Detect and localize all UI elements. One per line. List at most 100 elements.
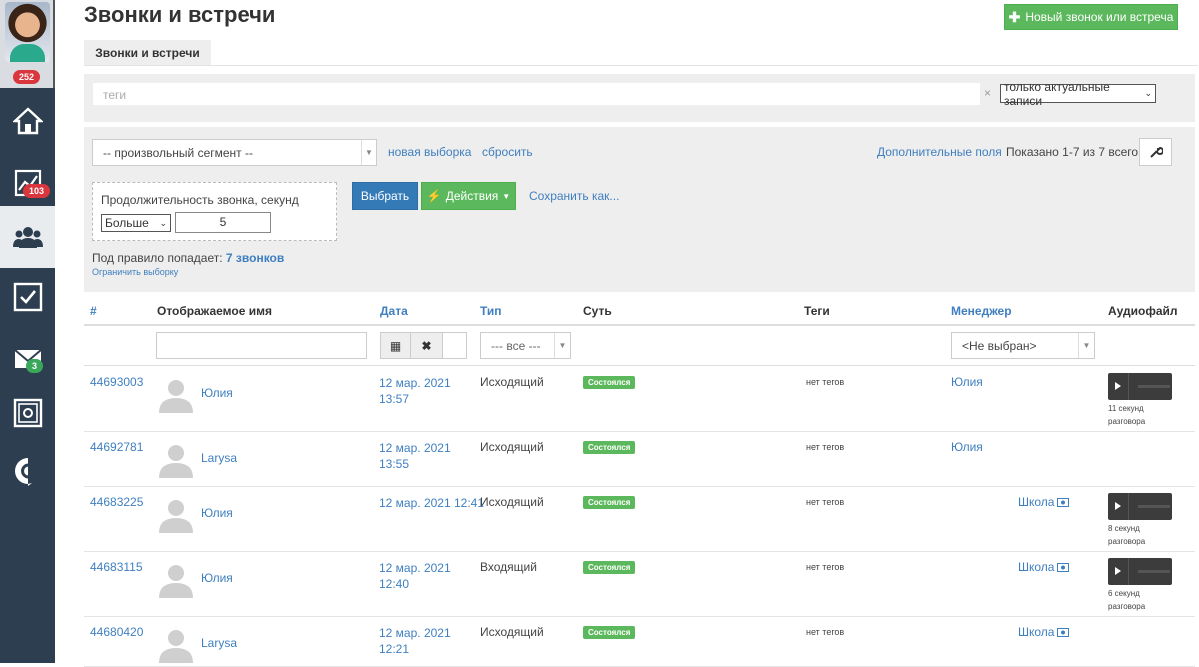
call-date[interactable]: 12 мар. 2021 13:55 [379,440,451,472]
sidebar-item-mail[interactable]: 3 [0,328,55,390]
play-icon[interactable] [1115,567,1121,575]
call-date[interactable]: 12 мар. 2021 13:57 [379,375,451,407]
caret-down-icon: ▼ [502,191,511,201]
call-id-link[interactable]: 44683115 [90,560,143,574]
sidebar-item-tasks[interactable] [0,266,55,328]
col-type[interactable]: Тип [480,304,502,318]
manager-name: Школа [1018,495,1055,509]
new-call-button[interactable]: ✚ Новый звонок или встреча [1004,4,1178,30]
calendar-icon[interactable]: ▦ [381,333,411,358]
camera-icon [1057,562,1070,572]
users-icon [12,227,43,248]
call-tags: нет тегов [806,377,845,387]
limit-selection-link[interactable]: Ограничить выборку [92,267,178,277]
call-date-day: 12 мар. 2021 [379,441,451,455]
contact-name-link[interactable]: Larysa [201,636,237,650]
manager-link[interactable]: Юлия [951,440,983,454]
type-filter-value: --- все --- [491,339,541,353]
col-essence: Суть [583,304,612,318]
audio-player[interactable] [1108,558,1172,585]
match-count[interactable]: 7 звонков [226,251,284,265]
status-badge: Состоялся [583,561,636,574]
contact-name-link[interactable]: Юлия [201,571,233,585]
clear-date-icon[interactable]: ✖ [411,333,443,358]
call-date[interactable]: 12 мар. 2021 12:21 [379,625,451,657]
table-row[interactable]: 44693003 Юлия 12 мар. 2021 13:57 Исходящий Со… [84,367,1195,432]
audio-duration-value: 8 секунд [1108,524,1140,533]
date-filter-input[interactable] [443,333,466,358]
call-type: Исходящий [480,495,544,509]
duration-rule: Продолжительность звонка, секунд Больше … [92,182,337,241]
call-id-link[interactable]: 44683225 [90,495,143,509]
actions-button[interactable]: ⚡ Действия ▼ [421,182,516,210]
match-prefix: Под правило попадает: [92,251,223,265]
rule-value-input[interactable]: 5 [175,212,271,233]
call-id-link[interactable]: 44680420 [90,625,143,639]
player-progress[interactable] [1138,570,1170,573]
audio-duration-label: разговора [1108,602,1146,611]
col-id[interactable]: # [90,304,97,318]
call-tags: нет тегов [806,627,845,637]
call-date-day: 12 мар. 2021 [379,626,451,640]
rule-operator-value: Больше [105,216,149,230]
save-as-link[interactable]: Сохранить как... [529,189,619,203]
play-icon[interactable] [1115,502,1121,510]
player-progress[interactable] [1138,385,1170,388]
manager-link[interactable]: Школа [1018,625,1070,639]
sidebar-item-safe[interactable] [0,382,55,444]
call-type: Исходящий [480,440,544,454]
audio-duration-label: разговора [1108,417,1146,426]
play-icon[interactable] [1115,382,1121,390]
actions-label: Действия [445,189,499,203]
manager-filter-select[interactable]: <Не выбран> ▼ [951,332,1095,359]
sidebar-item-users[interactable] [0,206,55,268]
contact-name-link[interactable]: Юлия [201,386,233,400]
profile-block[interactable]: 252 [0,0,55,88]
relevance-select[interactable]: только актуальные записи ⌄ [1000,80,1156,108]
player-progress[interactable] [1138,505,1170,508]
rule-operator-select[interactable]: Больше ⌄ [101,214,171,232]
call-id-link[interactable]: 44693003 [90,375,143,389]
audio-duration-value: 6 секунд [1108,589,1140,598]
call-id-link[interactable]: 44692781 [90,440,143,454]
call-date[interactable]: 12 мар. 2021 12:40 [379,560,451,592]
chevron-down-icon: ⌄ [159,217,167,228]
segment-select[interactable]: -- произвольный сегмент -- ▼ [92,139,377,166]
sidebar-item-chat[interactable] [0,440,55,502]
stats-badge: 103 [23,184,51,198]
player-divider [1128,373,1129,400]
sidebar-item-home[interactable] [0,90,55,152]
table-row[interactable]: 44680420 Larysa 12 мар. 2021 12:21 Исходящий… [84,617,1195,667]
audio-duration: 11 секунд разговора [1108,402,1178,428]
manager-link[interactable]: Юлия [951,375,983,389]
new-selection-link[interactable]: новая выборка [388,145,471,159]
table-row[interactable]: 44683225 Юлия 12 мар. 2021 12:41 Исходящий С… [84,487,1195,552]
audio-player[interactable] [1108,373,1172,400]
chevron-down-icon: ▼ [1078,333,1094,358]
extra-fields-link[interactable]: Дополнительные поля [877,145,1002,159]
name-filter-input[interactable] [156,332,367,359]
manager-link[interactable]: Школа [1018,495,1070,509]
col-tags: Теги [804,304,830,318]
col-manager[interactable]: Менеджер [951,304,1012,318]
tags-input[interactable]: теги [93,83,980,105]
col-date[interactable]: Дата [380,304,408,318]
reset-link[interactable]: сбросить [482,145,533,159]
contact-name-link[interactable]: Юлия [201,506,233,520]
table-row[interactable]: 44683115 Юлия 12 мар. 2021 12:40 Входящий Сос… [84,552,1195,617]
tab-calls[interactable]: Звонки и встречи [84,40,211,66]
contact-name-link[interactable]: Larysa [201,451,237,465]
table-row[interactable]: 44692781 Larysa 12 мар. 2021 13:55 Исходящий… [84,432,1195,487]
status-badge: Состоялся [583,496,636,509]
manager-link[interactable]: Школа [1018,560,1070,574]
select-button[interactable]: Выбрать [352,182,418,210]
camera-icon [1057,497,1070,507]
rule-title: Продолжительность звонка, секунд [101,193,299,207]
call-date[interactable]: 12 мар. 2021 12:41 [379,495,484,511]
contact-avatar-icon [159,565,193,598]
sidebar-item-stats[interactable]: 103 [0,152,55,214]
type-filter-select[interactable]: --- все --- ▼ [480,332,571,359]
audio-player[interactable] [1108,493,1172,520]
clear-tags-icon[interactable]: × [984,86,991,100]
settings-button[interactable] [1139,138,1172,166]
